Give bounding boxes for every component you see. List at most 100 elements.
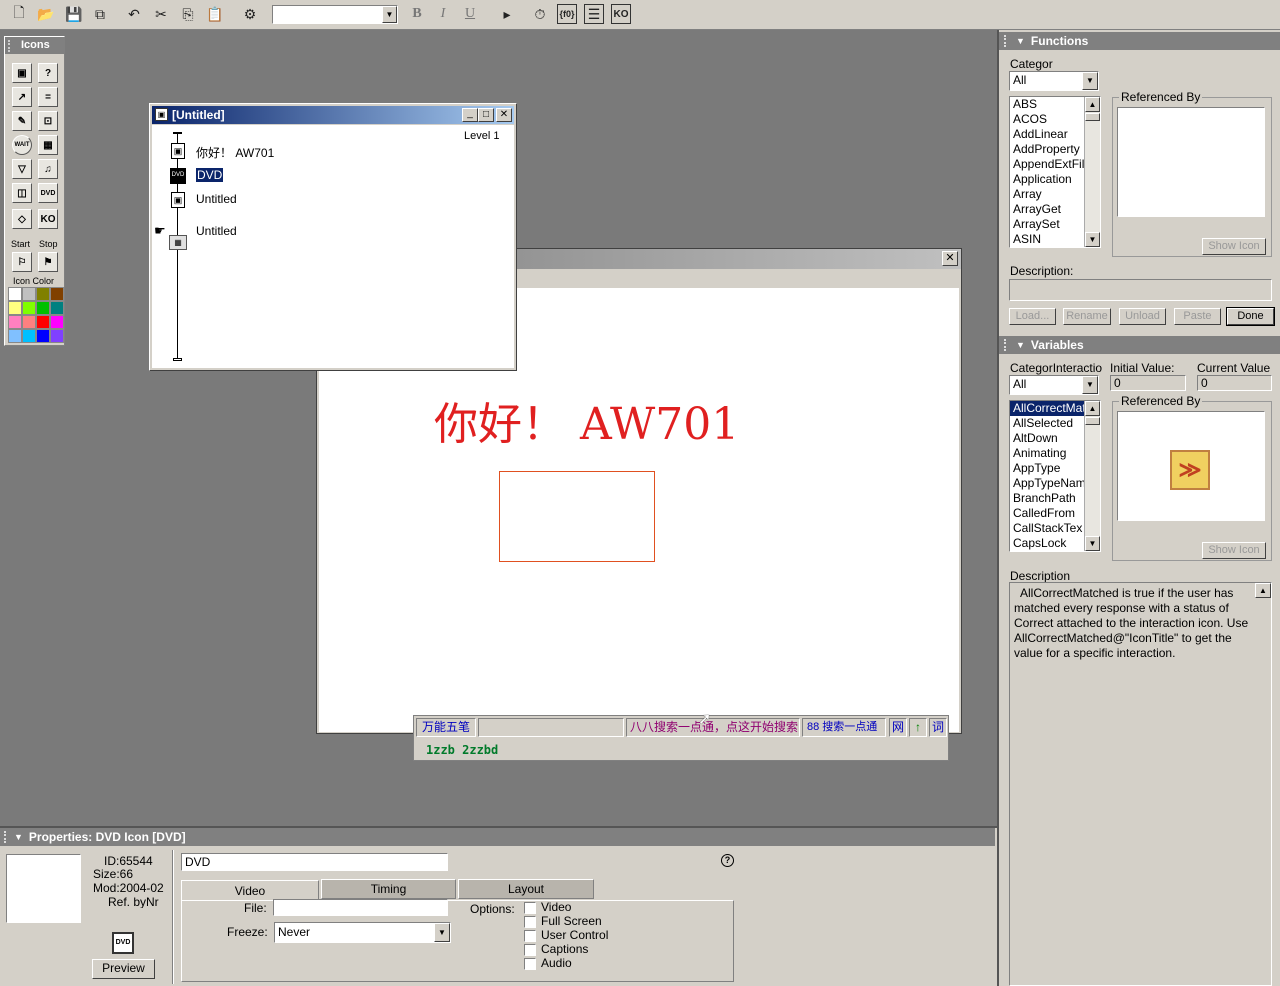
list-item[interactable]: AltDown xyxy=(1010,431,1084,446)
icon-color-swatch[interactable] xyxy=(36,329,50,343)
list-item[interactable]: ABS xyxy=(1010,97,1084,112)
collapse-arrow-icon[interactable]: ▼ xyxy=(14,832,23,842)
variables-list[interactable]: AllCorrectMat AllSelected AltDown Animating… xyxy=(1009,400,1101,552)
list-item[interactable]: AppendExtFil xyxy=(1010,157,1084,172)
display-icon[interactable]: ▣ xyxy=(12,63,32,83)
tab-video[interactable]: Video xyxy=(181,880,319,900)
navigate-icon[interactable]: ▽ xyxy=(12,159,32,179)
control-panel-icon[interactable]: ⏱ xyxy=(530,4,550,24)
paste-button[interactable]: Paste xyxy=(1174,308,1221,325)
save-all-icon[interactable]: 💾 xyxy=(64,4,84,24)
bold-button[interactable]: B xyxy=(407,4,427,24)
icon-color-swatch[interactable] xyxy=(8,329,22,343)
properties-header[interactable]: ▼ Properties: DVD Icon [DVD] xyxy=(0,828,995,846)
chevron-down-icon[interactable]: ▼ xyxy=(382,6,397,23)
icon-color-swatch[interactable] xyxy=(8,301,22,315)
ime-search-link[interactable]: 88 搜索一点通 xyxy=(802,718,886,737)
option-checkbox[interactable]: Video xyxy=(524,900,608,914)
variables-header[interactable]: ▼ Variables xyxy=(999,336,1280,354)
flow-item-label[interactable]: 你好！ AW701 xyxy=(196,144,274,161)
option-checkbox[interactable]: Audio xyxy=(524,956,608,970)
close-icon[interactable]: ✕ xyxy=(942,251,958,266)
scroll-thumb[interactable] xyxy=(1085,417,1100,425)
list-item[interactable]: ACOS xyxy=(1010,112,1084,127)
functions-header[interactable]: ▼ Functions xyxy=(999,32,1280,50)
stop-flag-icon[interactable]: ⚑ xyxy=(38,252,58,272)
scroll-up-icon[interactable]: ▲ xyxy=(1255,583,1271,598)
map-icon[interactable]: ◫ xyxy=(12,183,32,203)
find-icon[interactable]: ⚙ xyxy=(240,4,260,24)
flow-item-label[interactable]: Untitled xyxy=(196,224,237,238)
knowledge-objects-icon[interactable]: KO xyxy=(611,4,631,24)
functions-category-select[interactable]: All ▼ xyxy=(1009,71,1099,91)
functions-list[interactable]: ABS ACOS AddLinear AddProperty AppendExtFil A… xyxy=(1009,96,1101,248)
functions-show-icon-button[interactable]: Show Icon xyxy=(1202,238,1266,255)
ime-word-button[interactable]: 词 xyxy=(929,718,947,737)
variables-referenced-list[interactable]: ≫ xyxy=(1117,411,1265,521)
file-field[interactable] xyxy=(273,899,448,916)
italic-button[interactable]: I xyxy=(433,4,453,24)
list-item[interactable]: CalledFrom xyxy=(1010,506,1084,521)
chevron-down-icon[interactable]: ▼ xyxy=(1082,72,1098,90)
tab-timing[interactable]: Timing xyxy=(321,879,456,899)
scroll-thumb[interactable] xyxy=(1085,113,1100,121)
flow-item-label-selected[interactable]: DVD xyxy=(196,168,224,182)
collapse-arrow-icon[interactable]: ▼ xyxy=(1016,36,1025,46)
freeze-select[interactable]: Never ▼ xyxy=(274,922,451,943)
checkbox[interactable] xyxy=(524,957,536,970)
list-item[interactable]: ArraySet xyxy=(1010,217,1084,232)
list-item[interactable]: AddLinear xyxy=(1010,127,1084,142)
wait-icon[interactable]: WAIT xyxy=(12,135,32,155)
minimize-button[interactable]: _ xyxy=(462,108,478,122)
calculation-icon[interactable]: = xyxy=(38,87,58,107)
icon-color-swatch[interactable] xyxy=(36,315,50,329)
list-item[interactable]: ArrayGet xyxy=(1010,202,1084,217)
ime-net-button[interactable]: 网 xyxy=(889,718,907,737)
icon-color-swatch[interactable] xyxy=(36,287,50,301)
list-item[interactable]: Application xyxy=(1010,172,1084,187)
run-icon[interactable]: ▸ xyxy=(497,4,517,24)
variables-category-select[interactable]: All ▼ xyxy=(1009,375,1099,395)
motion-icon[interactable]: ↗ xyxy=(12,87,32,107)
variables-icon[interactable]: ☰ xyxy=(584,4,604,24)
underline-button[interactable]: U xyxy=(460,4,480,24)
flowline-canvas[interactable]: Level 1 ▣ 你好！ AW701 DVD DVD ▣ Untitled ☛… xyxy=(152,125,514,368)
undo-icon[interactable]: ↶ xyxy=(124,4,144,24)
load-button[interactable]: Load... xyxy=(1009,308,1056,325)
option-checkbox[interactable]: User Control xyxy=(524,928,608,942)
list-item[interactable]: AppType xyxy=(1010,461,1084,476)
sound-icon[interactable]: ♫ xyxy=(38,159,58,179)
ime-mode-button[interactable]: 万能五笔 xyxy=(416,718,476,737)
icon-color-swatch[interactable] xyxy=(22,287,36,301)
ime-up-button[interactable]: ↑ xyxy=(909,718,927,737)
font-style-select[interactable]: ▼ xyxy=(272,5,398,24)
preview-button[interactable]: Preview xyxy=(92,959,155,979)
icon-color-swatch[interactable] xyxy=(22,315,36,329)
drag-grip-icon[interactable] xyxy=(4,831,9,843)
icon-color-swatch[interactable] xyxy=(22,329,36,343)
cut-icon[interactable]: ✂ xyxy=(151,4,171,24)
scroll-up-icon[interactable]: ▲ xyxy=(1085,401,1100,416)
scrollbar[interactable]: ▲ ▼ xyxy=(1084,97,1100,247)
scroll-down-icon[interactable]: ▼ xyxy=(1085,232,1100,247)
functions-description-box[interactable] xyxy=(1009,279,1272,301)
drag-grip-icon[interactable] xyxy=(8,40,13,52)
variables-show-icon-button[interactable]: Show Icon xyxy=(1202,542,1266,559)
icon-color-swatch[interactable] xyxy=(36,301,50,315)
checkbox[interactable] xyxy=(524,943,536,956)
checkbox[interactable] xyxy=(524,901,536,914)
list-item[interactable]: AllSelected xyxy=(1010,416,1084,431)
scroll-down-icon[interactable]: ▼ xyxy=(1085,536,1100,551)
flow-item-label[interactable]: Untitled xyxy=(196,192,237,206)
import-icon[interactable]: ⧉ xyxy=(90,4,110,24)
list-item[interactable]: AppTypeNam xyxy=(1010,476,1084,491)
checkbox[interactable] xyxy=(524,915,536,928)
icon-color-swatch[interactable] xyxy=(50,315,64,329)
list-item[interactable]: CallStackTex xyxy=(1010,521,1084,536)
done-button[interactable]: Done xyxy=(1226,307,1275,326)
ime-search-hint[interactable]: 八八搜索一点通，点这开始搜索 xyxy=(626,718,800,737)
list-item[interactable]: Array xyxy=(1010,187,1084,202)
list-item[interactable]: BranchPath xyxy=(1010,491,1084,506)
knowledge-object-icon[interactable]: KO xyxy=(38,209,58,229)
chevron-down-icon[interactable]: ▼ xyxy=(434,923,450,942)
